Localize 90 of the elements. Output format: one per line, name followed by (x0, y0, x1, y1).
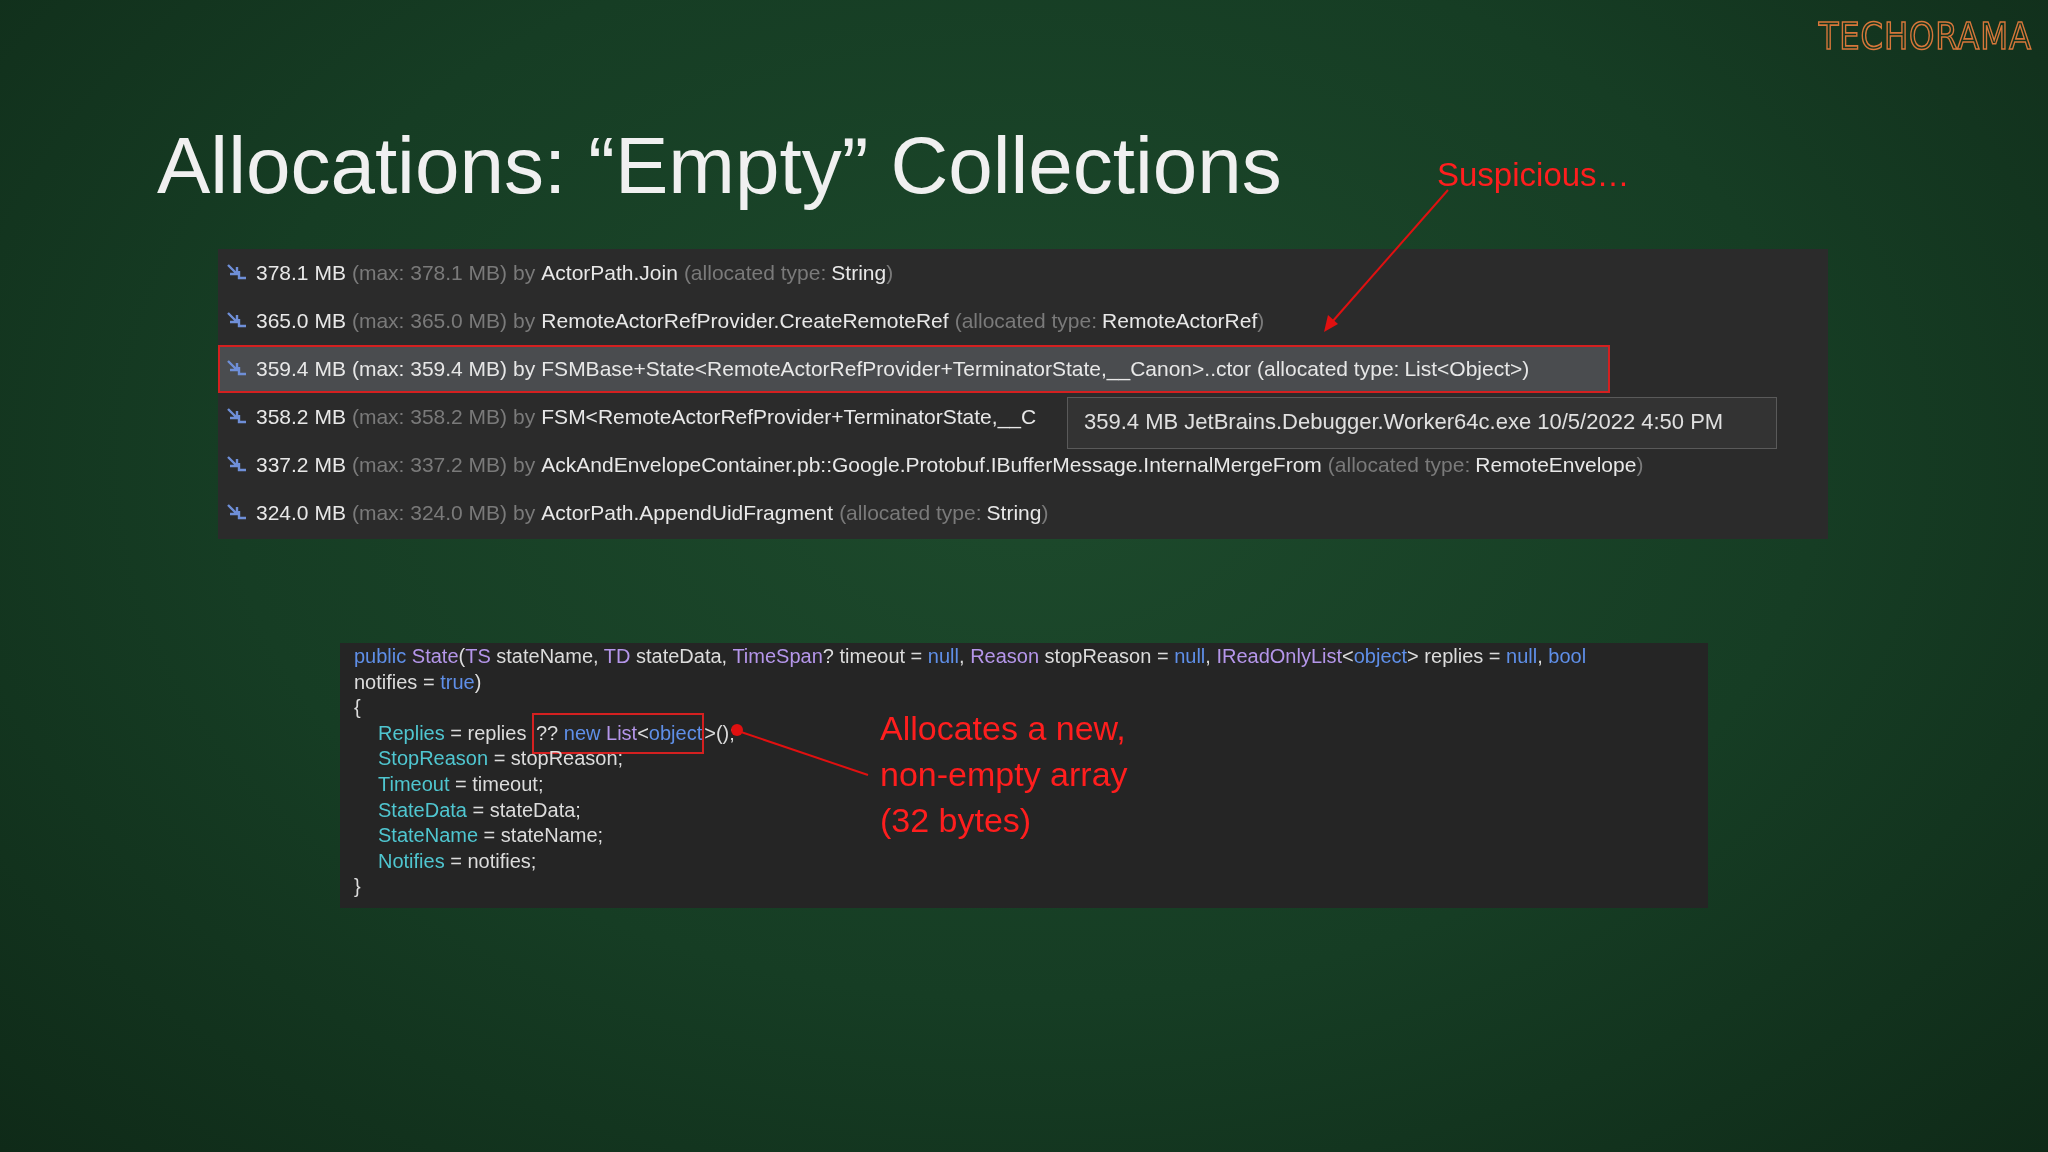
type-token: IReadOnlyList (1216, 645, 1343, 667)
type-text: String (831, 261, 887, 285)
code-text: { (354, 696, 361, 719)
method-text: AckAndEnvelopeContainer.pb::Google.Protobuf.IBufferMessage.InternalMergeFrom (541, 453, 1322, 477)
paren-text: ) (1257, 309, 1265, 333)
max-text: (max: 378.1 MB) (351, 261, 508, 285)
code-text: = stateName; (482, 824, 604, 847)
allocation-row[interactable]: 378.1 MB (max: 378.1 MB) by ActorPath.Join (allocated type: String) (218, 249, 894, 297)
max-text: (max: 337.2 MB) (351, 453, 508, 477)
code-text: notifies = (354, 670, 436, 693)
type-token: TD (603, 645, 631, 667)
allocation-row[interactable]: 324.0 MB (max: 324.0 MB) by ActorPath.AppendUidFragment (allocated type: String) (218, 489, 1049, 537)
allocation-row[interactable]: 365.0 MB (max: 365.0 MB) by RemoteActorRefProvider.CreateRemoteRef (allocated type: RemoteActorRef) (218, 297, 1265, 345)
code-text: } (354, 875, 361, 898)
method-text: ActorPath.Join (541, 261, 678, 285)
type-label: (allocated type: (839, 501, 982, 525)
code-text: = notifies; (449, 849, 537, 872)
keyword-token: null (927, 645, 959, 667)
property-token: StateData (378, 798, 467, 821)
size-text: 378.1 MB (256, 261, 346, 285)
size-text: 365.0 MB (256, 309, 346, 333)
annotation-line: (32 bytes) (880, 800, 1033, 841)
allocation-row[interactable]: 358.2 MB (max: 358.2 MB) by FSM<RemoteActorRefProvider+TerminatorState,__C (218, 393, 1037, 441)
annotation-line: Allocates a new, (880, 708, 1127, 749)
type-token: Reason (970, 645, 1040, 667)
slide-title: Allocations: “Empty” Collections (157, 120, 1282, 212)
size-text: 359.4 MB (256, 357, 346, 381)
code-text: >(); (704, 721, 735, 744)
max-text: (max: 324.0 MB) (351, 501, 508, 525)
type-label: (allocated type: (954, 309, 1098, 333)
property-token: Notifies (378, 849, 445, 872)
type-label: (allocated type: (1327, 453, 1471, 477)
code-text: stopReason = (1043, 645, 1170, 667)
paren-text: ) (1636, 453, 1644, 477)
allocation-row[interactable]: 359.4 MB (max: 359.4 MB) by FSMBase+State<RemoteActorRefProvider+TerminatorState,__Canon>..ctor (allocated type: List<Object>) (218, 345, 1610, 393)
keyword-token: null (1174, 645, 1206, 667)
size-text: 337.2 MB (256, 453, 346, 477)
keyword-token: public (354, 645, 408, 667)
paren-text: ) (1522, 357, 1530, 381)
keyword-token: object (1353, 645, 1408, 667)
type-token: TS (465, 645, 491, 667)
code-text: < (1342, 645, 1354, 667)
by-text: by (513, 405, 536, 429)
paren-text: ) (886, 261, 894, 285)
type-token: TimeSpan (732, 645, 823, 667)
type-token: State (411, 645, 459, 667)
code-text: = stateData; (471, 798, 581, 821)
method-text: FSM<RemoteActorRefProvider+TerminatorState,__C (541, 405, 1037, 429)
logo: TECHORAMA (1818, 14, 2032, 58)
property-token: Replies (378, 721, 445, 744)
code-text: , (959, 645, 966, 667)
type-text: RemoteEnvelope (1475, 453, 1637, 477)
code-text: , (1537, 645, 1544, 667)
type-label: (allocated type: (683, 261, 827, 285)
type-text: RemoteActorRef (1102, 309, 1258, 333)
code-text: = timeout; (454, 772, 544, 795)
max-text: (max: 365.0 MB) (351, 309, 508, 333)
code-text: , (1205, 645, 1212, 667)
max-text: (max: 358.2 MB) (351, 405, 508, 429)
by-text: by (513, 453, 536, 477)
code-text: stateData, (635, 645, 729, 667)
paren-text: ) (1041, 501, 1049, 525)
by-text: by (513, 501, 536, 525)
code-text: = replies (449, 721, 528, 744)
type-text: String (986, 501, 1042, 525)
code-text: ? timeout = (822, 645, 924, 667)
property-token: StateName (378, 824, 479, 847)
method-text: RemoteActorRefProvider.CreateRemoteRef (541, 309, 949, 333)
by-text: by (513, 261, 536, 285)
max-text: (max: 359.4 MB) (351, 357, 508, 381)
annotation-line: non-empty array (880, 754, 1128, 795)
property-token: Timeout (378, 772, 450, 795)
method-text: ActorPath.AppendUidFragment (541, 501, 834, 525)
size-text: 324.0 MB (256, 501, 346, 525)
callout-text: Suspicious… (1437, 156, 1630, 194)
code-text: ) (474, 670, 482, 693)
type-text: List<Object> (1404, 357, 1523, 381)
by-text: by (513, 309, 536, 333)
keyword-token: true (440, 670, 475, 693)
property-token: StopReason (378, 747, 489, 770)
code-text: stateName, (495, 645, 600, 667)
by-text: by (513, 357, 536, 381)
keyword-token: null (1506, 645, 1538, 667)
code-text: > replies = (1407, 645, 1502, 667)
size-text: 358.2 MB (256, 405, 346, 429)
keyword-token: bool (1548, 645, 1587, 667)
method-text: FSMBase+State<RemoteActorRefProvider+TerminatorState,__Canon>..ctor (541, 357, 1251, 381)
tooltip: 359.4 MB JetBrains.Debugger.Worker64c.exe 10/5/2022 4:50 PM (1067, 397, 1777, 449)
type-label: (allocated type: (1257, 357, 1400, 381)
code-text: ( (458, 645, 466, 667)
